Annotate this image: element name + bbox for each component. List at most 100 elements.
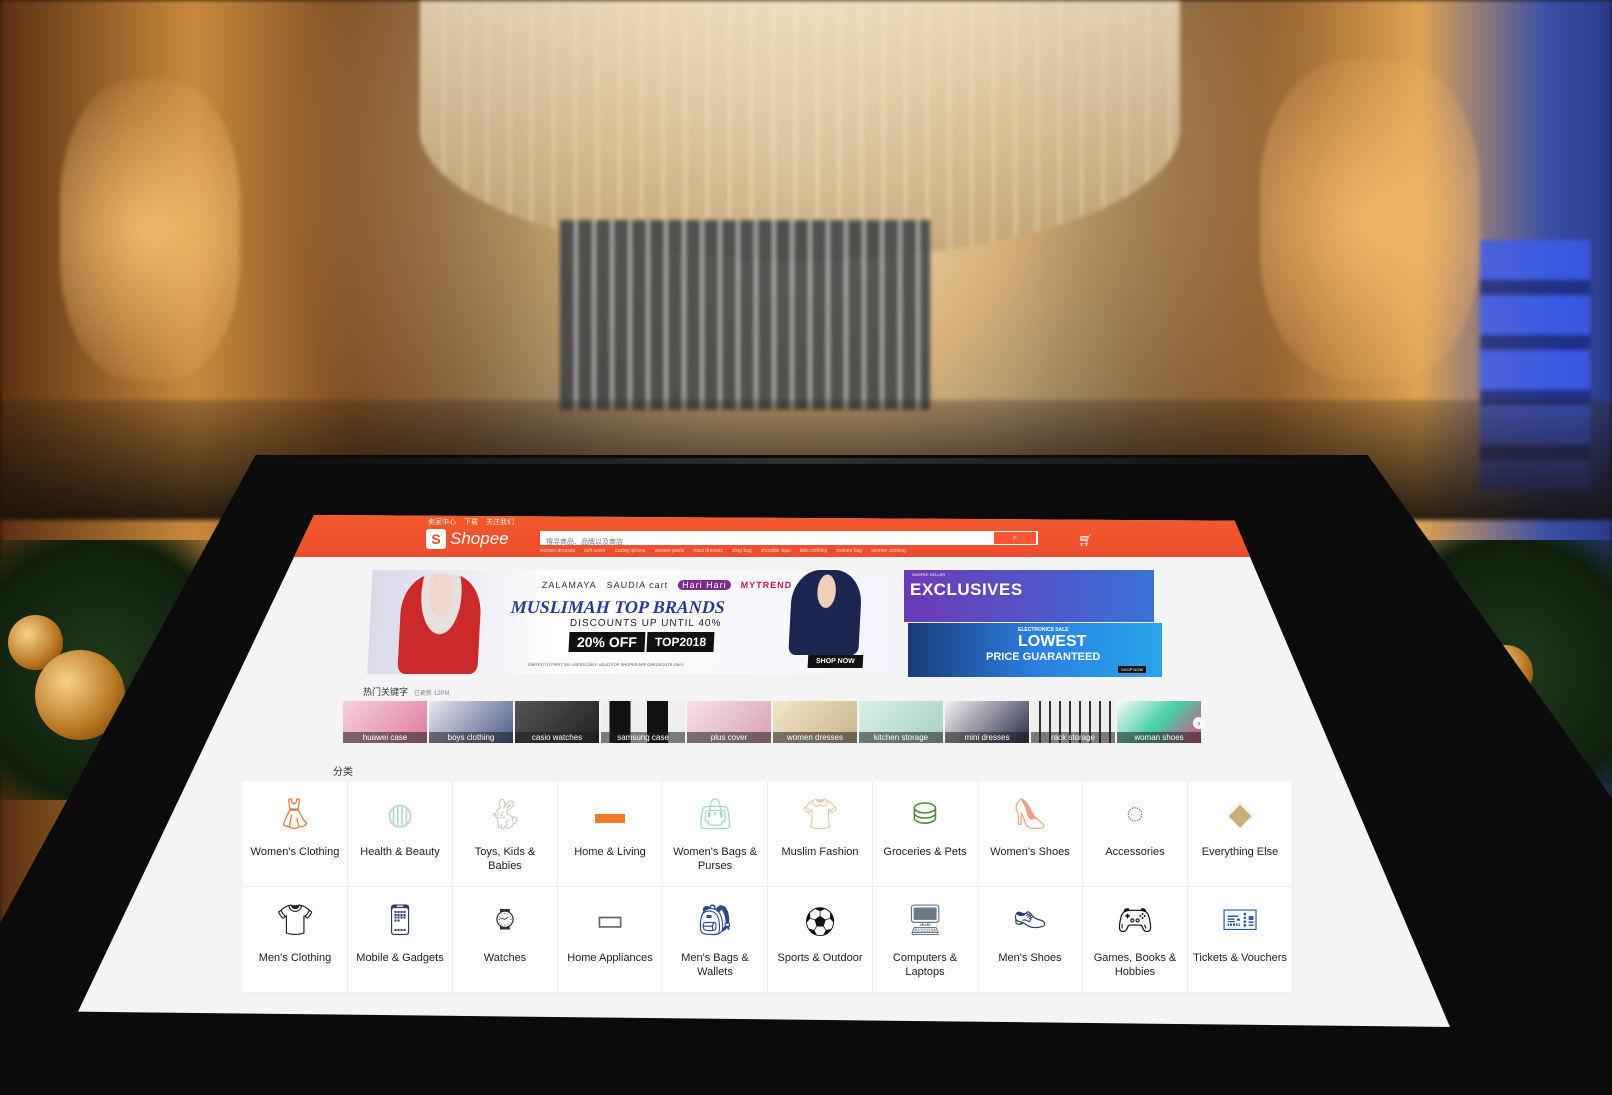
category-tile[interactable]: ▬ Home & Living <box>558 781 663 887</box>
hot-search-link[interactable]: kids clothing <box>800 548 828 554</box>
trending-keyword[interactable]: woman shoes <box>1117 701 1201 743</box>
trending-keyword[interactable]: kitchen storage <box>859 701 943 743</box>
hot-search-link[interactable]: women clothing <box>871 548 906 554</box>
banner-subheadline: PRICE GUARANTEED <box>986 651 1101 663</box>
handbag-icon: 👜︎ <box>695 797 735 831</box>
trending-keyword[interactable]: women dresses <box>773 701 857 743</box>
hot-search-link[interactable]: maxi dresses <box>693 548 722 554</box>
hot-search-link[interactable]: women bag <box>836 548 862 554</box>
brand-logo: SAUDIA cart <box>606 580 669 590</box>
category-tile[interactable]: 🎒︎ Men's Bags & Wallets <box>663 887 768 993</box>
category-tile[interactable]: ▭ Home Appliances <box>558 887 663 993</box>
hot-search-link[interactable]: women dresses <box>540 548 575 554</box>
dress-icon: 👗︎ <box>275 797 315 831</box>
category-label: Toys, Kids & Babies <box>474 846 536 872</box>
trending-keyword[interactable]: plus cover <box>687 701 771 743</box>
category-tile[interactable]: 👞︎ Men's Shoes <box>978 887 1083 993</box>
category-tile[interactable]: 👠︎ Women's Shoes <box>978 781 1083 887</box>
category-grid: 👗︎ Women's Clothing ◍ Health & Beauty 🐇︎ To… <box>243 781 1293 993</box>
oven-icon: ▭ <box>595 903 625 937</box>
brand-logo: ZALAMAYA <box>541 580 597 590</box>
cart-icon[interactable]: 🛒︎ <box>1078 533 1093 547</box>
category-label: Men's Clothing <box>258 952 332 964</box>
category-tile[interactable]: ◍ Health & Beauty <box>348 781 453 887</box>
trending-updated: 已更新 12PM <box>414 691 450 697</box>
banner-headline: EXCLUSIVES <box>910 580 1023 599</box>
trending-keyword[interactable]: casio watches <box>515 701 599 743</box>
category-tile[interactable]: 🎫︎ Tickets & Vouchers <box>1188 887 1293 993</box>
search-bar: ⌕ <box>540 531 1038 550</box>
backpack-icon: 🎒︎ <box>695 903 735 937</box>
keyword-label: mini dresses <box>945 732 1029 743</box>
shop-now-button[interactable]: SHOP NOW <box>1118 666 1147 673</box>
seller-exclusives-banner[interactable]: SHOPEE SELLER EXCLUSIVES <box>904 570 1154 622</box>
keyword-label: rack storage <box>1031 732 1115 743</box>
trending-keyword[interactable]: samsung case <box>601 701 685 743</box>
category-tile[interactable]: ⌚︎ Watches <box>453 887 558 993</box>
banner-fine-print: LIMITED TO FIRST 300 USERS ONLY. VALID F… <box>527 662 685 667</box>
brand-logo: MYTREND <box>740 580 793 590</box>
trending-header: 热门关键字 已更新 12PM <box>363 685 449 698</box>
electronics-sale-banner[interactable]: ELECTRONICS SALE LOWEST PRICE GUARANTEED… <box>908 623 1162 677</box>
shop-now-button[interactable]: SHOP NOW <box>807 655 864 668</box>
jar-icon: ⛁ <box>912 797 938 831</box>
hot-search-link[interactable]: sling bag <box>732 548 752 554</box>
trending-keyword[interactable]: rack storage <box>1031 701 1115 743</box>
discount-badge: 20% OFF <box>568 632 646 652</box>
compact-icon: ◍ <box>386 797 414 831</box>
watch-icon: ⌚︎ <box>490 905 520 938</box>
hot-search-link[interactable]: women pants <box>655 548 685 554</box>
category-tile[interactable]: 📱︎ Mobile & Gadgets <box>348 887 453 993</box>
tablet-screen: 卖家中心 下载 关注我们 S Shopee ⌕ 🛒︎ women dresses… <box>78 515 1450 1027</box>
keyword-label: casio watches <box>515 732 599 743</box>
category-tile[interactable]: ◌ Accessories <box>1083 781 1188 887</box>
hot-search-link[interactable]: casing iphone <box>615 548 646 554</box>
categories-title: 分类 <box>333 767 353 778</box>
search-button[interactable]: ⌕ <box>994 532 1036 544</box>
trending-keywords: huawei case boys clothing casio watches … <box>343 701 1201 743</box>
category-label: Health & Beauty <box>360 846 440 858</box>
category-label: Home Appliances <box>567 952 653 964</box>
shopping-bag-icon: S <box>426 529 446 549</box>
category-label: Women's Shoes <box>990 846 1070 858</box>
trending-keyword[interactable]: mini dresses <box>945 701 1029 743</box>
shopee-logo[interactable]: S Shopee <box>426 529 509 549</box>
promo-code-badge: TOP2018 <box>646 632 715 652</box>
promo-banner-main[interactable]: ZALAMAYA SAUDIA cart Hari Hari MYTREND M… <box>367 570 903 674</box>
category-label: Games, Books & Hobbies <box>1093 952 1177 978</box>
category-tile[interactable]: ◆ Everything Else <box>1188 781 1293 887</box>
model-photo <box>788 570 863 655</box>
hot-search-link[interactable]: soft cover <box>584 548 606 554</box>
tablet-bezel-highlight <box>250 458 1350 464</box>
category-label: Men's Shoes <box>998 952 1062 964</box>
category-tile[interactable]: ⚽︎ Sports & Outdoor <box>768 887 873 993</box>
trending-keyword[interactable]: boys clothing <box>429 701 513 743</box>
banner-title: MUSLIMAH TOP BRANDS <box>510 597 726 617</box>
keyword-label: boys clothing <box>429 732 513 743</box>
category-tile[interactable]: 👚︎ Muslim Fashion <box>768 781 873 887</box>
hot-search-link[interactable]: shoulder tops <box>761 548 791 554</box>
light-glow-left <box>60 80 240 380</box>
follow-us-link[interactable]: 关注我们 <box>486 517 514 527</box>
category-tile[interactable]: 🖥︎ Computers & Laptops <box>873 887 978 993</box>
banner-headline: LOWEST <box>1018 633 1087 650</box>
category-label: Computers & Laptops <box>892 952 958 978</box>
category-tile[interactable]: ⛁ Groceries & Pets <box>873 781 978 887</box>
brand-logo: Hari Hari <box>677 580 731 590</box>
brand-logos: ZALAMAYA SAUDIA cart Hari Hari MYTREND <box>541 580 793 590</box>
shirt-icon: 👕︎ <box>275 903 315 937</box>
category-label: Women's Bags & Purses <box>673 846 757 872</box>
category-tile[interactable]: 👗︎ Women's Clothing <box>243 781 348 887</box>
category-tile[interactable]: 👕︎ Men's Clothing <box>243 887 348 993</box>
chevron-right-icon[interactable]: › <box>1193 717 1205 729</box>
category-tile[interactable]: 👜︎ Women's Bags & Purses <box>663 781 768 887</box>
category-label: Muslim Fashion <box>781 846 859 858</box>
download-link[interactable]: 下载 <box>464 517 478 527</box>
seller-centre-link[interactable]: 卖家中心 <box>428 517 456 527</box>
category-label: Accessories <box>1105 846 1165 858</box>
category-tile[interactable]: 🐇︎ Toys, Kids & Babies <box>453 781 558 887</box>
phone-icon: 📱︎ <box>380 903 420 937</box>
gamepad-icon: 🎮︎ <box>1115 903 1155 937</box>
trending-keyword[interactable]: huawei case <box>343 701 427 743</box>
category-tile[interactable]: 🎮︎ Games, Books & Hobbies <box>1083 887 1188 993</box>
